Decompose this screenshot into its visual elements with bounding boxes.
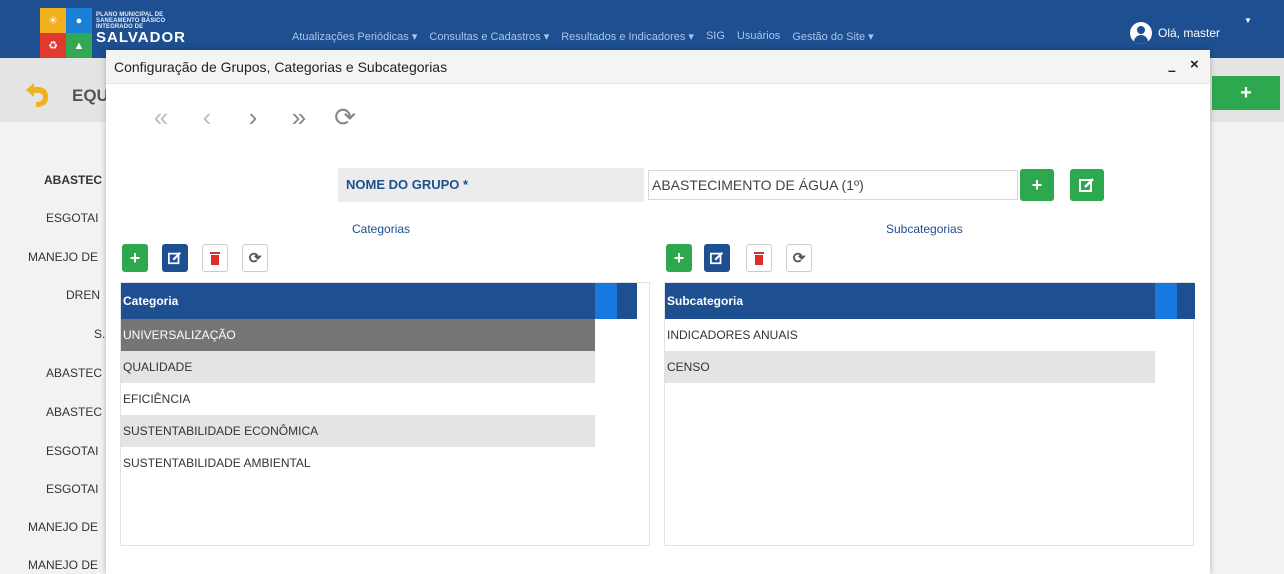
next-page-icon[interactable]: › (230, 102, 276, 132)
prev-page-icon[interactable]: ‹ (184, 102, 230, 132)
modal-header: Configuração de Grupos, Categorias e Sub… (106, 50, 1210, 84)
categorias-grid: Categoria UNIVERSALIZAÇÃO QUALIDADE EFIC… (120, 282, 650, 546)
delete-categoria-button[interactable] (202, 244, 228, 272)
background-right-panel (1210, 122, 1284, 574)
record-pager: « ‹ › » ⟳ (138, 102, 368, 132)
recycle-icon: ♻ (40, 33, 66, 58)
edit-icon (168, 252, 181, 265)
table-row[interactable]: SUSTENTABILIDADE ECONÔMICA (121, 415, 595, 447)
subcategorias-grid: Subcategoria INDICADORES ANUAIS CENSO (664, 282, 1195, 546)
user-avatar-icon (1130, 22, 1152, 44)
caret-down-icon[interactable]: ▼ (1244, 16, 1252, 25)
grid-scrollbar[interactable] (595, 283, 637, 319)
table-row[interactable]: CENSO (665, 351, 1155, 383)
close-icon[interactable]: × (1190, 56, 1199, 73)
table-row[interactable]: EFICIÊNCIA (121, 383, 595, 415)
refresh-subcategoria-button[interactable]: ⟳ (786, 244, 812, 272)
menu-usuarios[interactable]: Usuários (737, 30, 780, 43)
edit-group-button[interactable] (1070, 169, 1104, 201)
user-menu[interactable]: Olá, master (1130, 22, 1220, 44)
logo-wordmark: PLANO MUNICIPAL DE SANEAMENTO BÁSICO INT… (96, 12, 186, 45)
add-subcategoria-button[interactable]: + (666, 244, 692, 272)
table-row[interactable]: INDICADORES ANUAIS (665, 319, 1155, 351)
background-list-item[interactable]: MANEJO DE (28, 520, 98, 534)
scrollbar-thumb[interactable] (1155, 283, 1177, 319)
background-list-item[interactable]: ABASTEC (44, 173, 102, 187)
edit-subcategoria-button[interactable] (704, 244, 730, 272)
modal-title: Configuração de Grupos, Categorias e Sub… (114, 59, 448, 75)
background-list-item[interactable]: ABASTEC (46, 405, 102, 419)
leaf-icon: ▲ (66, 33, 92, 58)
background-page-title: EQU (72, 86, 109, 105)
back-arrow-icon[interactable] (20, 80, 54, 110)
menu-consultas[interactable]: Consultas e Cadastros ▾ (429, 30, 549, 43)
background-list-item[interactable]: ESGOTAI (46, 444, 98, 458)
background-list-item[interactable]: MANEJO DE (28, 250, 98, 264)
last-page-icon[interactable]: » (276, 102, 322, 132)
edit-icon (710, 252, 723, 265)
delete-subcategoria-button[interactable] (746, 244, 772, 272)
background-list-item[interactable]: ABASTEC (46, 366, 102, 380)
menu-atualizacoes[interactable]: Atualizações Periódicas ▾ (292, 30, 417, 43)
subcategoria-column-header[interactable]: Subcategoria (665, 283, 1155, 319)
edit-categoria-button[interactable] (162, 244, 188, 272)
subcategorias-title: Subcategorias (886, 222, 963, 236)
group-name-label: NOME DO GRUPO * (338, 168, 644, 202)
main-menu: Atualizações Periódicas ▾ Consultas e Ca… (292, 30, 874, 43)
background-list-item[interactable]: MANEJO DE (28, 558, 98, 572)
sun-icon: ☀ (40, 8, 66, 33)
grid-scrollbar[interactable] (1155, 283, 1195, 319)
refresh-icon[interactable]: ⟳ (322, 102, 368, 132)
table-row[interactable]: QUALIDADE (121, 351, 595, 383)
refresh-categoria-button[interactable]: ⟳ (242, 244, 268, 272)
group-name-field[interactable]: ABASTECIMENTO DE ÁGUA (1º) (648, 170, 1018, 200)
water-drop-icon: ● (66, 8, 92, 33)
categorias-title: Categorias (352, 222, 411, 236)
add-group-button[interactable]: + (1020, 169, 1054, 201)
background-add-button[interactable]: + (1212, 76, 1280, 110)
edit-icon (1079, 178, 1094, 192)
group-name-row: NOME DO GRUPO * ABASTECIMENTO DE ÁGUA (1… (338, 168, 1116, 202)
menu-sig[interactable]: SIG (706, 30, 725, 43)
categoria-column-header[interactable]: Categoria (121, 283, 595, 319)
table-row[interactable]: UNIVERSALIZAÇÃO (121, 319, 595, 351)
scrollbar-thumb[interactable] (595, 283, 617, 319)
background-list-item[interactable]: ESGOTAI (46, 482, 98, 496)
add-categoria-button[interactable]: + (122, 244, 148, 272)
user-greeting: Olá, master (1158, 26, 1221, 40)
background-list-item[interactable]: DREN (66, 288, 100, 302)
background-list-item[interactable]: ESGOTAI (46, 211, 98, 225)
first-page-icon[interactable]: « (138, 102, 184, 132)
logo-line-4: SALVADOR (96, 29, 186, 46)
logo-emblem: ☀ ● ♻ ▲ (40, 8, 92, 58)
background-list (0, 122, 110, 574)
trash-icon (754, 252, 764, 265)
menu-resultados[interactable]: Resultados e Indicadores ▾ (561, 30, 694, 43)
background-list-item[interactable]: S. (94, 327, 105, 341)
table-row[interactable]: SUSTENTABILIDADE AMBIENTAL (121, 447, 595, 479)
trash-icon (210, 252, 220, 265)
minimize-icon[interactable]: – (1168, 62, 1176, 78)
menu-gestao[interactable]: Gestão do Site ▾ (792, 30, 873, 43)
config-modal: Configuração de Grupos, Categorias e Sub… (106, 50, 1210, 574)
